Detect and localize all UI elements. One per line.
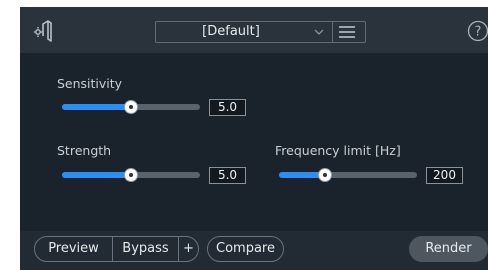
plugin-window: [Default] ? Sensitivity 5.0 Strength 5.0… [20, 7, 488, 270]
slider-knob[interactable] [124, 100, 138, 114]
preset-divider [332, 22, 333, 42]
preview-button-group: Preview Bypass + [34, 236, 199, 262]
add-button[interactable]: + [179, 237, 198, 261]
strength-value[interactable]: 5.0 [209, 167, 246, 184]
compare-button[interactable]: Compare [207, 236, 284, 262]
slider-knob[interactable] [317, 168, 332, 182]
chevron-down-icon[interactable] [314, 27, 324, 37]
frequency-limit-value[interactable]: 200 [426, 167, 463, 184]
slider-fill [62, 172, 131, 178]
slider-knob[interactable] [124, 168, 138, 182]
sensitivity-label: Sensitivity [57, 76, 123, 91]
frequency-limit-label: Frequency limit [Hz] [275, 143, 401, 158]
hamburger-menu-icon[interactable] [338, 25, 356, 39]
footer-bar: Preview Bypass + Compare Render [20, 231, 488, 270]
preview-button[interactable]: Preview [35, 237, 112, 261]
header-bar: [Default] ? [20, 7, 488, 53]
strength-slider[interactable] [62, 168, 200, 182]
render-button[interactable]: Render [409, 236, 488, 262]
frequency-limit-slider[interactable] [279, 168, 417, 182]
preset-name[interactable]: [Default] [156, 22, 306, 42]
question-mark-icon[interactable]: ? [467, 20, 488, 42]
logo-icon [34, 20, 52, 42]
help-label: ? [475, 25, 482, 40]
sensitivity-value[interactable]: 5.0 [209, 99, 246, 116]
strength-label: Strength [57, 143, 112, 158]
bypass-button[interactable]: Bypass [113, 237, 178, 261]
slider-fill [62, 104, 131, 110]
sensitivity-slider[interactable] [62, 100, 200, 114]
preset-selector[interactable]: [Default] [155, 21, 366, 43]
